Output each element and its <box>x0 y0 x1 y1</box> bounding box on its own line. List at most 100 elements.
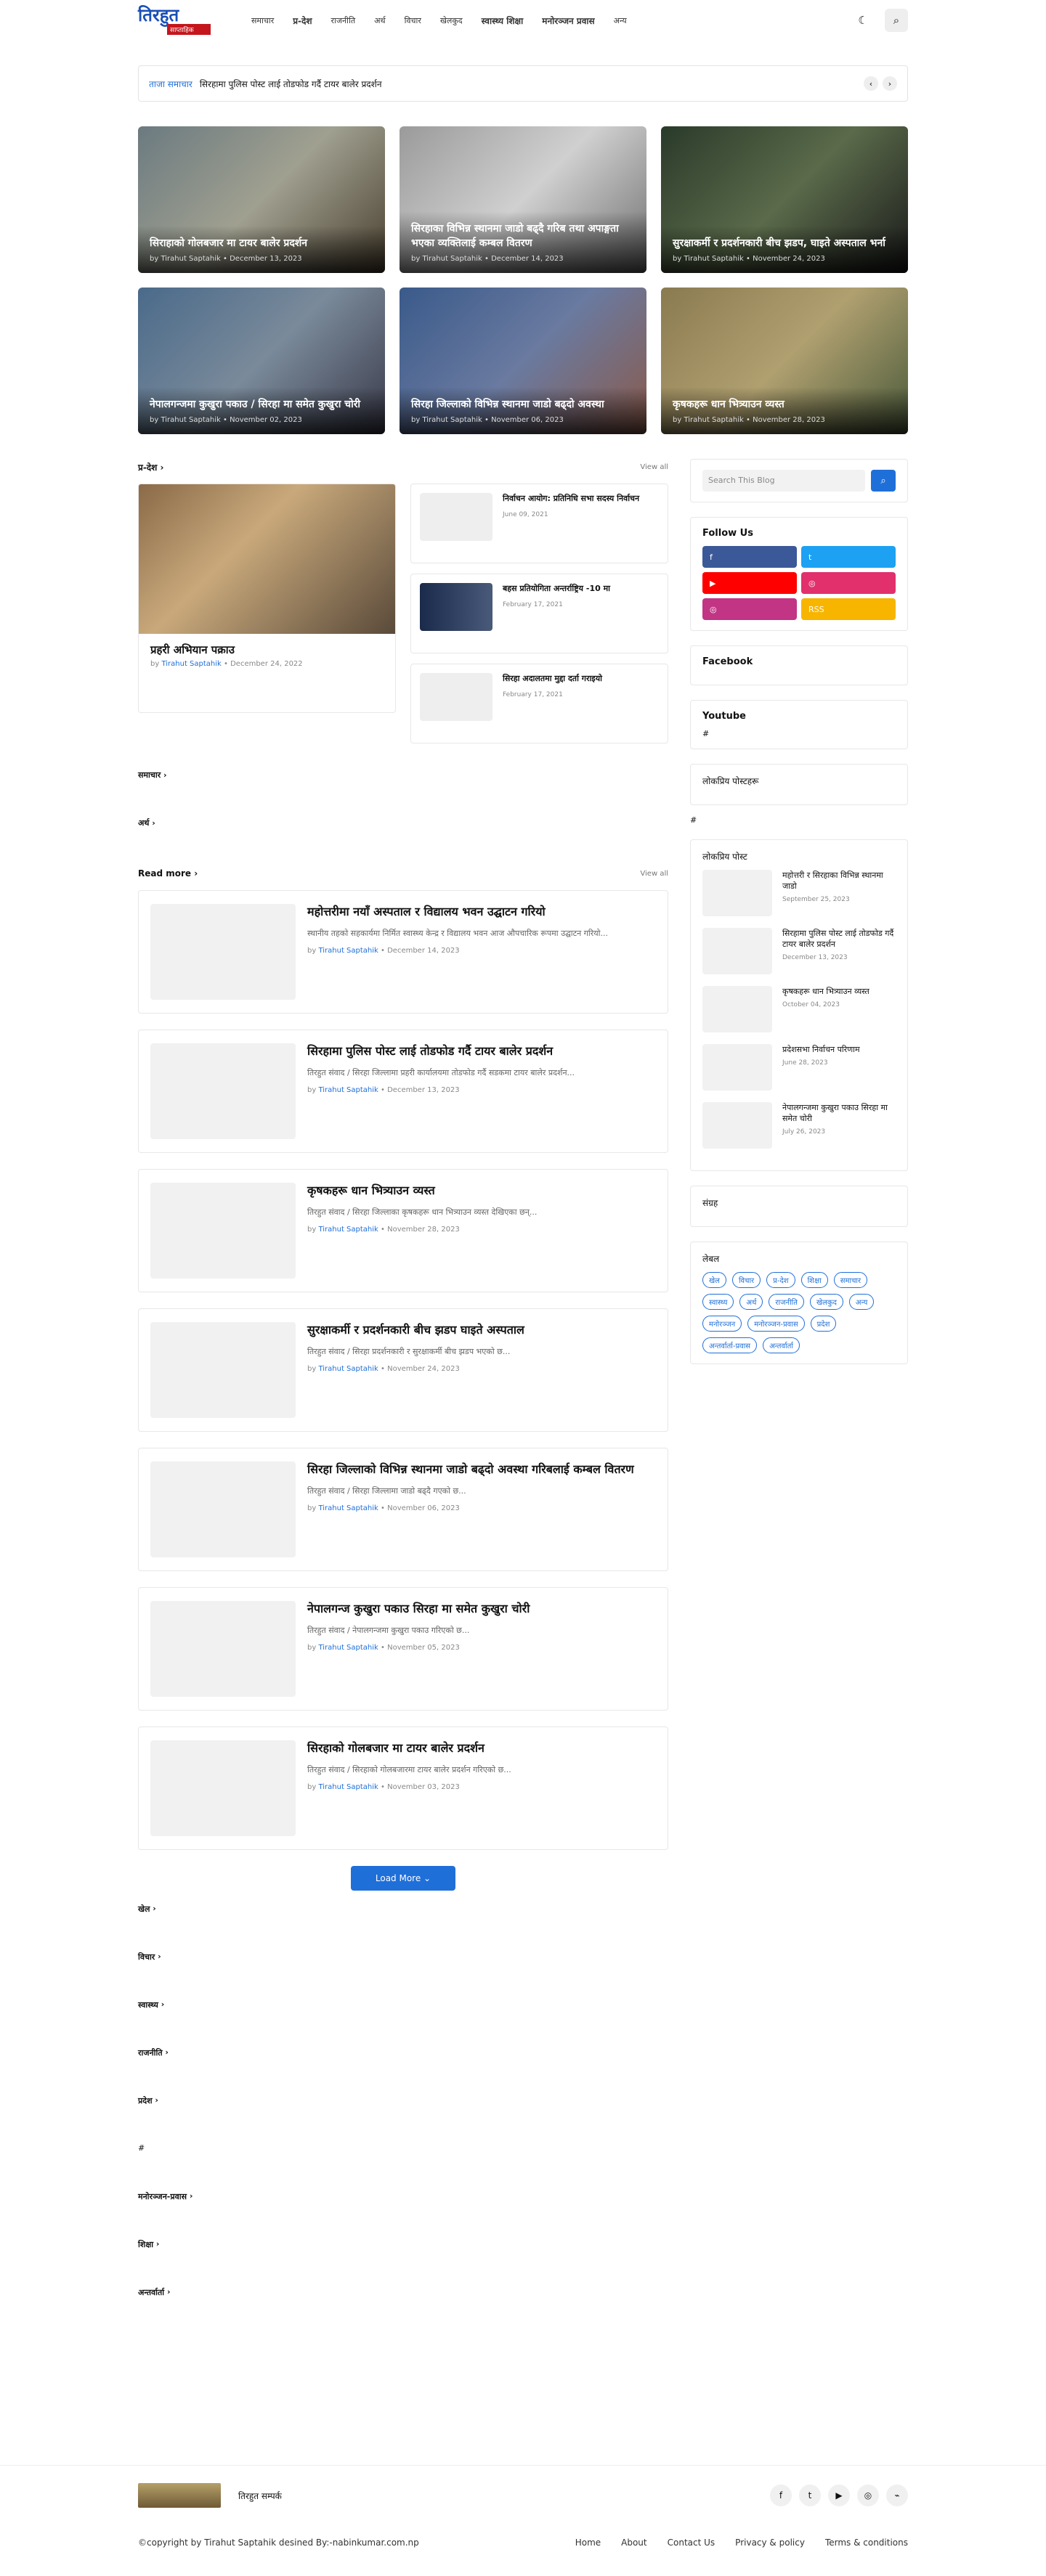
post-author[interactable]: Tirahut Saptahik <box>318 1644 378 1652</box>
footer-logo[interactable] <box>138 2483 221 2508</box>
post-title[interactable]: सुरक्षाकर्मी र प्रदर्शनकारी बीच झडप घाइत… <box>307 1322 524 1338</box>
post-card[interactable]: सिरहाको गोलबजार मा टायर बालेर प्रदर्शन ति… <box>138 1727 668 1850</box>
post-title[interactable]: महोत्तरी र सिरहाका विभिन्न स्थानमा जाडो <box>782 870 896 892</box>
label-tag[interactable]: मनोरञ्जन-प्रवास <box>747 1316 805 1332</box>
ticker-text[interactable]: सिरहामा पुलिस पोस्ट लाई तोडफोड गर्दै टाय… <box>200 78 859 90</box>
search-input[interactable]: Search This Blog <box>702 470 865 492</box>
label-tag[interactable]: अन्तर्वार्ता-प्रवास <box>702 1337 758 1353</box>
label-tag[interactable]: खेल <box>702 1272 726 1288</box>
post-title[interactable]: सिरहामा पुलिस पोस्ट लाई तोडफोड गर्दै टाय… <box>782 928 896 950</box>
big-post-card[interactable]: प्रहरी अभियान पक्राउ by Tirahut Saptahik… <box>138 484 396 713</box>
rss-icon[interactable]: RSS <box>801 598 896 620</box>
load-more-button[interactable]: Load More ⌄ <box>351 1866 455 1891</box>
small-post-card[interactable]: निर्वाचन आयोग: प्रतिनिधि सभा सदस्य निर्व… <box>410 484 668 563</box>
category-link[interactable]: स्वास्थ्य › <box>138 2000 668 2047</box>
footer-link-about[interactable]: About <box>621 2538 646 2548</box>
post-title[interactable]: सिरहाको गोलबजार मा टायर बालेर प्रदर्शन <box>307 1740 511 1756</box>
featured-card[interactable]: सुरक्षाकर्मी र प्रदर्शनकारी बीच झडप, घाइ… <box>661 126 908 273</box>
category-link[interactable]: मनोरञ्जन-प्रवास › <box>138 2191 668 2239</box>
label-tag[interactable]: अर्थ <box>739 1294 763 1310</box>
instagram-icon[interactable]: ◎ <box>857 2485 879 2506</box>
post-title[interactable]: निर्वाचन आयोग: प्रतिनिधि सभा सदस्य निर्व… <box>503 493 639 504</box>
label-tag[interactable]: प्रदेश <box>810 1316 837 1332</box>
category-link[interactable]: अन्तर्वार्ता › <box>138 2287 668 2335</box>
popular-post[interactable]: महोत्तरी र सिरहाका विभिन्न स्थानमा जाडो S… <box>702 870 896 916</box>
category-link[interactable]: विचार › <box>138 1952 668 2000</box>
post-card[interactable]: सिरहा जिल्लाको विभिन्न स्थानमा जाडो बढ्द… <box>138 1448 668 1571</box>
view-all-link[interactable]: View all <box>640 870 668 878</box>
nav-item[interactable]: प्र-देश <box>293 15 312 27</box>
category-link[interactable]: प्रदेश › <box>138 2095 668 2143</box>
dark-mode-icon[interactable]: ☾ <box>851 9 875 32</box>
post-title[interactable]: नेपालगन्जमा कुखुरा पकाउ सिरहा मा समेत चो… <box>782 1102 896 1124</box>
nav-item-more[interactable]: अन्य <box>614 15 627 26</box>
label-tag[interactable]: राजनीति <box>769 1294 804 1310</box>
category-link[interactable]: समाचार › <box>138 770 668 786</box>
nav-item[interactable]: विचार <box>405 15 421 26</box>
post-author[interactable]: Tirahut Saptahik <box>318 1086 378 1094</box>
instagram-icon[interactable]: ◎ <box>702 598 797 620</box>
label-tag[interactable]: प्र-देश <box>766 1272 795 1288</box>
instagram-icon[interactable]: ◎ <box>801 572 896 594</box>
footer-link-contact[interactable]: Contact Us <box>668 2538 715 2548</box>
search-icon[interactable]: ⌕ <box>885 9 908 32</box>
label-tag[interactable]: अन्य <box>848 1294 875 1310</box>
category-link[interactable]: शिक्षा › <box>138 2239 668 2287</box>
small-post-card[interactable]: बहस प्रतियोगिता अन्तर्राष्ट्रिय -10 मा Fe… <box>410 574 668 653</box>
post-author[interactable]: Tirahut Saptahik <box>318 947 378 955</box>
popular-post[interactable]: सिरहामा पुलिस पोस्ट लाई तोडफोड गर्दै टाय… <box>702 928 896 974</box>
twitter-icon[interactable]: t <box>799 2485 821 2506</box>
footer-link-home[interactable]: Home <box>575 2538 601 2548</box>
label-tag[interactable]: विचार <box>731 1272 761 1288</box>
post-card[interactable]: सिरहामा पुलिस पोस्ट लाई तोडफोड गर्दै टाय… <box>138 1030 668 1153</box>
nav-item[interactable]: खेलकुद <box>440 15 463 26</box>
post-card[interactable]: सुरक्षाकर्मी र प्रदर्शनकारी बीच झडप घाइत… <box>138 1308 668 1432</box>
popular-post[interactable]: कृषकहरू धान भित्र्याउन व्यस्त October 04,… <box>702 986 896 1032</box>
post-title[interactable]: सिरहामा पुलिस पोस्ट लाई तोडफोड गर्दै टाय… <box>307 1043 575 1059</box>
post-author[interactable]: Tirahut Saptahik <box>318 1226 378 1234</box>
youtube-icon[interactable]: ▶ <box>828 2485 850 2506</box>
post-author[interactable]: Tirahut Saptahik <box>318 1365 378 1373</box>
section-title[interactable]: प्र-देश › <box>138 461 163 473</box>
view-all-link[interactable]: View all <box>640 463 668 471</box>
nav-item[interactable]: स्वास्थ्य शिक्षा <box>482 15 524 27</box>
facebook-icon[interactable]: f <box>770 2485 792 2506</box>
label-tag[interactable]: मनोरञ्जन <box>702 1316 742 1332</box>
featured-card[interactable]: सिरहाका विभिन्न स्थानमा जाडो बढ्दै गरिब … <box>400 126 646 273</box>
label-tag[interactable]: स्वास्थ्य <box>702 1294 734 1310</box>
nav-item[interactable]: समाचार <box>251 15 274 26</box>
post-title[interactable]: कृषकहरू धान भित्र्याउन व्यस्त <box>307 1183 537 1199</box>
label-tag[interactable]: समाचार <box>833 1272 868 1288</box>
popular-post[interactable]: नेपालगन्जमा कुखुरा पकाउ सिरहा मा समेत चो… <box>702 1102 896 1149</box>
category-link[interactable]: अर्थ › <box>138 818 668 833</box>
nav-item[interactable]: राजनीति <box>331 15 356 26</box>
footer-link-terms[interactable]: Terms & conditions <box>825 2538 908 2548</box>
label-tag[interactable]: खेलकुद <box>809 1294 843 1310</box>
site-logo[interactable]: तिरहुत साप्ताहिक <box>138 6 231 35</box>
post-title[interactable]: कृषकहरू धान भित्र्याउन व्यस्त <box>782 986 869 997</box>
twitter-icon[interactable]: t <box>801 546 896 568</box>
featured-card[interactable]: सिराहाको गोलबजार मा टायर बालेर प्रदर्शन … <box>138 126 385 273</box>
post-author[interactable]: Tirahut Saptahik <box>318 1504 378 1512</box>
facebook-icon[interactable]: f <box>702 546 797 568</box>
post-title[interactable]: प्रदेशसभा निर्वाचन परिणाम <box>782 1044 860 1055</box>
post-card[interactable]: महोत्तरीमा नयाँ अस्पताल र विद्यालय भवन उ… <box>138 890 668 1014</box>
chevron-left-icon[interactable]: ‹ <box>864 76 878 91</box>
post-title[interactable]: बहस प्रतियोगिता अन्तर्राष्ट्रिय -10 मा <box>503 583 610 594</box>
post-title[interactable]: सिरहा अदालतमा मुद्दा दर्ता गराइयो <box>503 673 602 684</box>
small-post-card[interactable]: सिरहा अदालतमा मुद्दा दर्ता गराइयो Februar… <box>410 664 668 743</box>
category-link[interactable]: राजनीति › <box>138 2047 668 2095</box>
featured-card[interactable]: सिरहा जिल्लाको विभिन्न स्थानमा जाडो बढ्द… <box>400 288 646 434</box>
popular-post[interactable]: प्रदेशसभा निर्वाचन परिणाम June 28, 2023 <box>702 1044 896 1091</box>
read-more-title[interactable]: Read more › <box>138 868 198 879</box>
featured-card[interactable]: कृषकहरू धान भित्र्याउन व्यस्त by Tirahut… <box>661 288 908 434</box>
footer-link-privacy[interactable]: Privacy & policy <box>735 2538 805 2548</box>
post-title[interactable]: महोत्तरीमा नयाँ अस्पताल र विद्यालय भवन उ… <box>307 904 608 920</box>
post-card[interactable]: कृषकहरू धान भित्र्याउन व्यस्त तिरहुत संवा… <box>138 1169 668 1292</box>
youtube-icon[interactable]: ▶ <box>702 572 797 594</box>
post-title[interactable]: प्रहरी अभियान पक्राउ <box>139 634 395 660</box>
rss-icon[interactable]: ⌁ <box>886 2485 908 2506</box>
post-title[interactable]: सिरहा जिल्लाको विभिन्न स्थानमा जाडो बढ्द… <box>307 1462 634 1477</box>
post-author[interactable]: Tirahut Saptahik <box>161 660 221 668</box>
nav-item[interactable]: मनोरञ्जन प्रवास <box>542 15 594 27</box>
